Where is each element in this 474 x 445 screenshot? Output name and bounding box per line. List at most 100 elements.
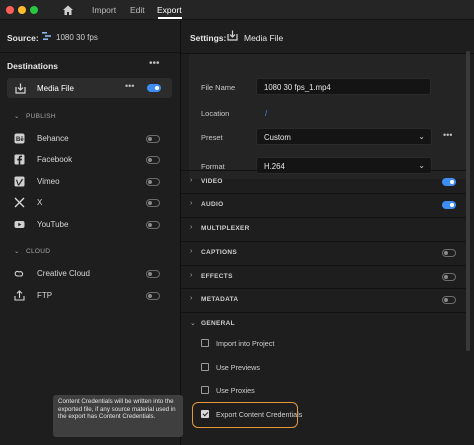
creative-cloud-icon (14, 270, 24, 277)
tab-export[interactable]: Export (157, 5, 182, 15)
metadata-toggle[interactable] (442, 296, 456, 304)
x-label: X (37, 198, 43, 207)
destination-facebook[interactable]: Facebook (14, 153, 166, 167)
cloud-section-header[interactable]: ⌄ CLOUD (14, 247, 50, 255)
file-name-value: 1080 30 fps_1.mp4 (264, 83, 331, 92)
destinations-panel: Source: 1080 30 fps Destinations ••• Med… (0, 21, 180, 445)
zoom-window-button[interactable] (30, 6, 38, 14)
vimeo-icon (14, 176, 25, 187)
destination-vimeo[interactable]: Vimeo (14, 175, 166, 189)
section-effects-label: EFFECTS (201, 273, 233, 280)
section-general[interactable]: ⌄ GENERAL (181, 312, 466, 334)
focus-highlight (192, 402, 298, 428)
chevron-right-icon: › (190, 272, 193, 279)
chevron-down-icon: ⌄ (14, 113, 20, 120)
source-label: Source: (7, 33, 39, 43)
settings-target: Media File (244, 33, 284, 43)
use-previews-label: Use Previews (216, 363, 260, 372)
section-captions[interactable]: › CAPTIONS (181, 241, 466, 263)
tab-import[interactable]: Import (92, 5, 116, 15)
import-into-project-checkbox[interactable]: Import into Project (201, 337, 381, 351)
destination-behance[interactable]: Bē Behance (14, 132, 166, 146)
destination-youtube[interactable]: YouTube (14, 218, 166, 232)
file-name-label: File Name (201, 83, 236, 92)
effects-toggle[interactable] (442, 273, 456, 281)
chevron-right-icon: › (190, 224, 193, 231)
content-credentials-tooltip: Content Credentials will be written into… (53, 395, 183, 437)
chevron-right-icon: › (190, 248, 193, 255)
preset-value: Custom (264, 133, 291, 142)
publish-heading: PUBLISH (26, 113, 56, 120)
cloud-heading: CLOUD (26, 248, 51, 255)
export-file-icon (15, 83, 26, 94)
settings-scrollbar[interactable] (465, 21, 471, 445)
facebook-icon (14, 154, 25, 165)
section-metadata[interactable]: › METADATA (181, 288, 466, 310)
tab-edit[interactable]: Edit (130, 5, 145, 15)
home-icon[interactable] (62, 4, 74, 16)
chevron-right-icon: › (190, 177, 193, 184)
location-link[interactable]: / (265, 109, 267, 118)
svg-text:Bē: Bē (16, 137, 24, 143)
publish-section-header[interactable]: ⌄ PUBLISH (14, 112, 56, 120)
x-toggle[interactable] (146, 199, 160, 207)
destination-x[interactable]: X (14, 196, 166, 210)
source-value: 1080 30 fps (56, 33, 98, 42)
destination-creative-cloud[interactable]: Creative Cloud (14, 267, 166, 281)
section-audio-label: AUDIO (201, 201, 224, 208)
captions-toggle[interactable] (442, 249, 456, 257)
sequence-icon (42, 32, 51, 40)
minimize-window-button[interactable] (18, 6, 26, 14)
use-previews-checkbox[interactable]: Use Previews (201, 361, 381, 375)
close-window-button[interactable] (6, 6, 14, 14)
facebook-label: Facebook (37, 155, 73, 164)
ftp-toggle[interactable] (146, 292, 160, 300)
ftp-label: FTP (37, 291, 53, 300)
section-video[interactable]: › VIDEO (181, 170, 466, 192)
checkbox-box[interactable] (201, 386, 209, 394)
file-name-input[interactable]: 1080 30 fps_1.mp4 (256, 78, 431, 95)
settings-panel: Settings: Media File File Name 1080 30 f… (181, 21, 474, 445)
behance-icon: Bē (14, 133, 25, 144)
vimeo-label: Vimeo (37, 177, 60, 186)
section-multiplexer[interactable]: › MULTIPLEXER (181, 217, 466, 239)
facebook-toggle[interactable] (146, 156, 160, 164)
chevron-right-icon: › (190, 200, 193, 207)
section-general-label: GENERAL (201, 320, 235, 327)
location-label: Location (201, 109, 230, 118)
video-toggle[interactable] (442, 178, 456, 186)
output-fields: File Name 1080 30 fps_1.mp4 Location / P… (189, 54, 466, 179)
media-file-toggle[interactable] (147, 84, 161, 92)
creative-cloud-label: Creative Cloud (37, 269, 90, 278)
behance-label: Behance (37, 134, 69, 143)
checkbox-box[interactable] (201, 339, 209, 347)
scroll-thumb[interactable] (466, 51, 470, 351)
ftp-upload-icon (14, 290, 25, 301)
section-metadata-label: METADATA (201, 296, 239, 303)
youtube-label: YouTube (37, 220, 69, 229)
section-audio[interactable]: › AUDIO (181, 193, 466, 215)
vimeo-toggle[interactable] (146, 178, 160, 186)
destination-media-file[interactable]: Media File ••• (7, 78, 172, 98)
media-file-more-icon[interactable]: ••• (125, 81, 134, 91)
chevron-right-icon: › (190, 295, 193, 302)
destinations-more-icon[interactable]: ••• (149, 58, 160, 69)
behance-toggle[interactable] (146, 135, 160, 143)
chevron-down-icon: ⌄ (14, 248, 20, 255)
section-captions-label: CAPTIONS (201, 249, 237, 256)
section-effects[interactable]: › EFFECTS (181, 265, 466, 287)
chevron-down-icon: ⌄ (418, 161, 425, 170)
audio-toggle[interactable] (442, 201, 456, 209)
preset-more-icon[interactable]: ••• (443, 130, 452, 140)
destination-ftp[interactable]: FTP (14, 289, 166, 303)
section-multiplexer-label: MULTIPLEXER (201, 225, 250, 232)
destinations-title: Destinations (7, 61, 59, 71)
active-tab-indicator (158, 17, 182, 19)
preset-dropdown[interactable]: Custom ⌄ (256, 128, 432, 145)
creative-cloud-toggle[interactable] (146, 270, 160, 278)
checkbox-box[interactable] (201, 363, 209, 371)
section-video-label: VIDEO (201, 178, 223, 185)
media-file-label: Media File (37, 84, 74, 93)
use-proxies-checkbox[interactable]: Use Proxies (201, 384, 381, 398)
youtube-toggle[interactable] (146, 221, 160, 229)
